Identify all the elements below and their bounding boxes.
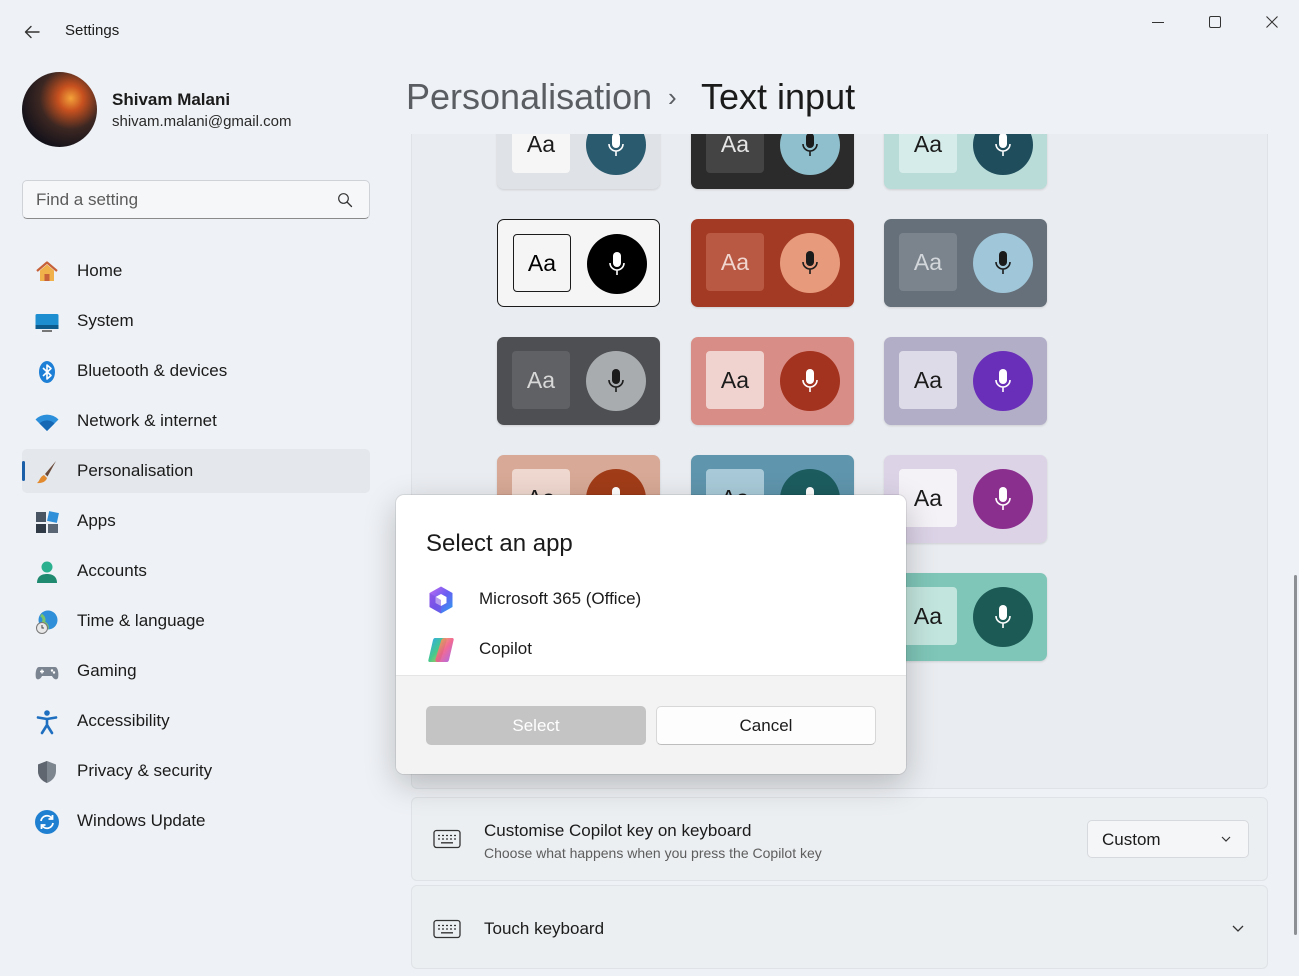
app-option-label: Microsoft 365 (Office) <box>479 589 642 608</box>
copilot-icon <box>428 638 454 662</box>
dialog-title: Select an app <box>426 530 573 557</box>
modal-overlay <box>0 0 1299 976</box>
cancel-button[interactable]: Cancel <box>656 706 876 745</box>
dialog-footer: Select Cancel <box>396 675 906 774</box>
select-button[interactable]: Select <box>426 706 646 745</box>
select-app-dialog: Select an app Microsoft 365 (Office) Cop… <box>396 495 906 774</box>
app-option-label: Copilot <box>479 639 532 658</box>
app-option-copilot[interactable]: Copilot <box>396 625 906 671</box>
app-option-microsoft-365[interactable]: Microsoft 365 (Office) <box>396 575 906 621</box>
microsoft-365-icon <box>429 586 453 614</box>
